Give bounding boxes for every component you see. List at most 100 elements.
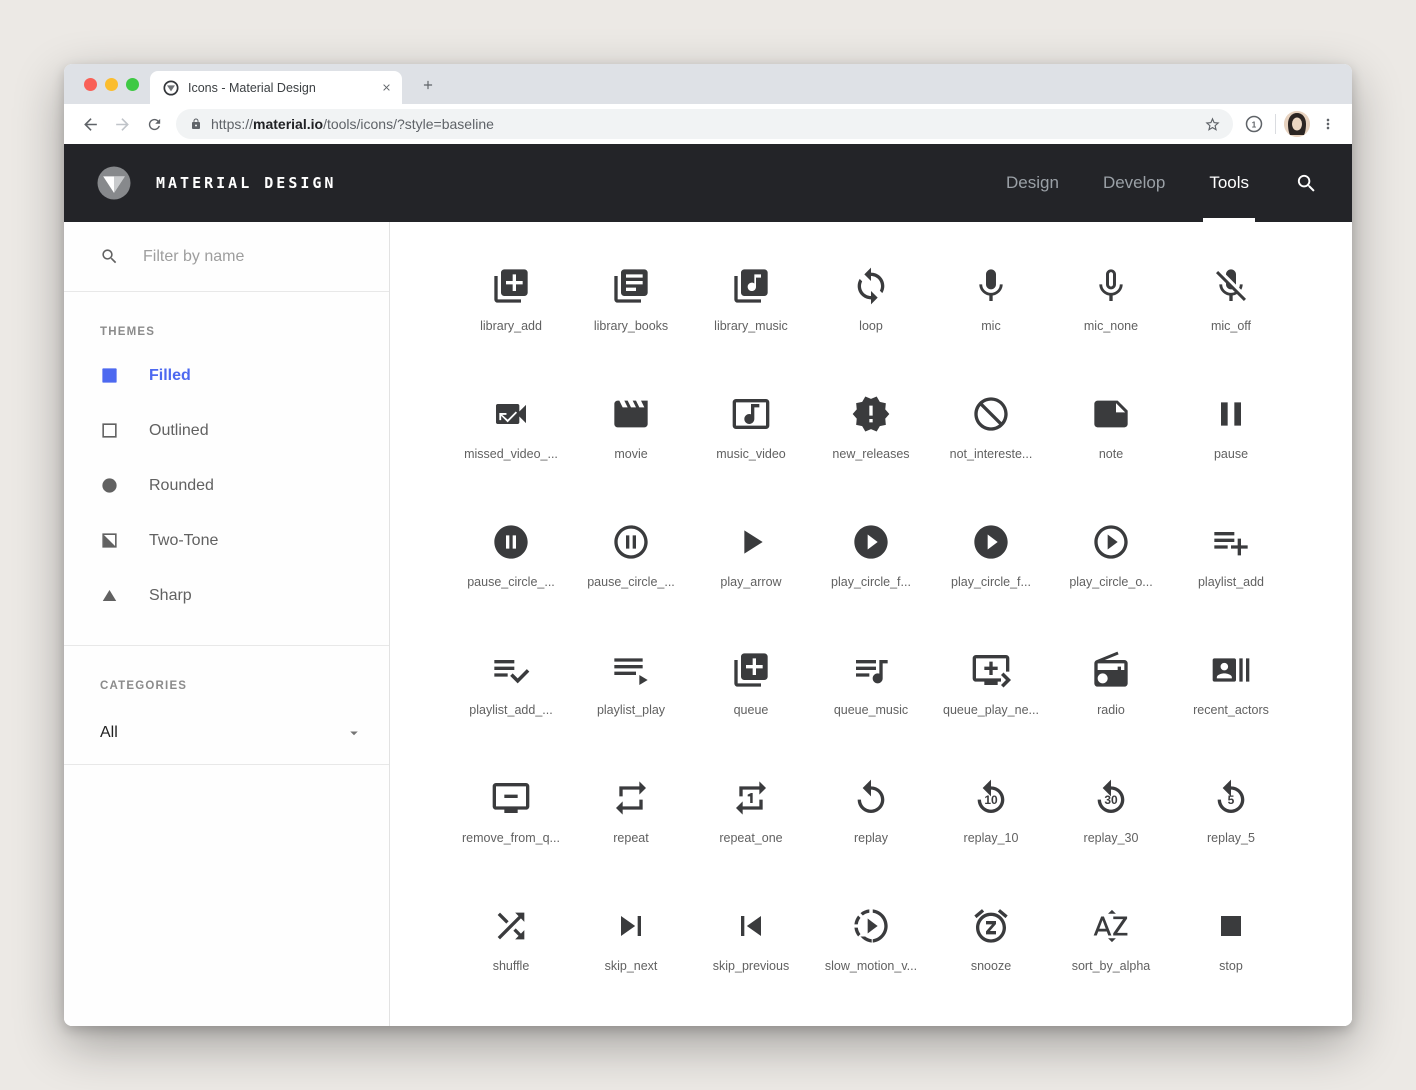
icon-card-library_music[interactable]: library_music [691,256,811,384]
music_video-icon [731,394,771,434]
icon-card-queue_play_next[interactable]: queue_play_ne... [931,640,1051,768]
icon-card-stop[interactable]: stop [1171,896,1291,1024]
icon-card-movie[interactable]: movie [571,384,691,512]
icon-card-missed_video_call[interactable]: missed_video_... [451,384,571,512]
stop-icon [1211,906,1251,946]
remove_from_queue-icon [491,778,531,818]
new-tab-button[interactable] [416,73,440,97]
skip_next-icon [611,906,651,946]
icon-card-playlist_add_check[interactable]: playlist_add_... [451,640,571,768]
extension-icon[interactable]: 1 [1241,111,1267,137]
library_music-icon [731,266,771,306]
icon-card-play_circle_outline[interactable]: play_circle_o... [1051,512,1171,640]
url-bar[interactable]: https://material.io/tools/icons/?style=b… [176,109,1233,139]
icon-card-queue_music[interactable]: queue_music [811,640,931,768]
reload-button[interactable] [138,108,170,140]
twotone-theme-icon [100,531,119,550]
bookmark-star-icon[interactable] [1202,114,1223,135]
playlist_add_check-icon [491,650,531,690]
play_circle_filled-icon [851,522,891,562]
not_interested-icon [971,394,1011,434]
minimize-window-button[interactable] [105,78,118,91]
nav-develop[interactable]: Develop [1103,144,1165,222]
icon-card-note[interactable]: note [1051,384,1171,512]
icon-card-replay_5[interactable]: 5replay_5 [1171,768,1291,896]
icon-label: skip_previous [713,959,789,973]
icon-card-repeat_one[interactable]: repeat_one [691,768,811,896]
maximize-window-button[interactable] [126,78,139,91]
profile-avatar[interactable] [1284,111,1310,137]
tab-close-icon[interactable] [381,82,392,93]
icon-label: snooze [971,959,1011,973]
themes-section-label: THEMES [100,326,389,338]
icon-card-playlist_play[interactable]: playlist_play [571,640,691,768]
icon-card-recent_actors[interactable]: recent_actors [1171,640,1291,768]
icon-label: music_video [716,447,785,461]
icon-label: movie [614,447,647,461]
icon-card-pause_circle_outline[interactable]: pause_circle_... [571,512,691,640]
icon-label: play_arrow [720,575,781,589]
icon-card-snooze[interactable]: snooze [931,896,1051,1024]
icon-card-repeat[interactable]: repeat [571,768,691,896]
icon-card-pause[interactable]: pause [1171,384,1291,512]
filter-input[interactable] [143,248,369,266]
icon-card-mic_off[interactable]: mic_off [1171,256,1291,384]
icon-card-slow_motion_video[interactable]: slow_motion_v... [811,896,931,1024]
icon-card-play_circle_filled[interactable]: play_circle_f... [811,512,931,640]
icon-card-mic[interactable]: mic [931,256,1051,384]
icon-label: replay [854,831,888,845]
svg-text:30: 30 [1104,793,1118,807]
icon-card-play_circle_filled_white[interactable]: play_circle_f... [931,512,1051,640]
forward-arrow-icon [113,115,132,134]
back-button[interactable] [74,108,106,140]
icon-card-loop[interactable]: loop [811,256,931,384]
page: { "colors": { "accent_blue": "#4d69f0", … [0,0,1416,1090]
icon-label: pause_circle_... [467,575,555,589]
icon-card-replay_30[interactable]: 30replay_30 [1051,768,1171,896]
nav-tools[interactable]: Tools [1209,144,1249,222]
category-dropdown[interactable]: All [64,702,389,764]
mic_none-icon [1091,266,1131,306]
tab-favicon-material-logo-icon [163,80,179,96]
icon-label: slow_motion_v... [825,959,917,973]
browser-menu-button[interactable] [1314,110,1342,138]
forward-button[interactable] [106,108,138,140]
icon-card-not_interested[interactable]: not_intereste... [931,384,1051,512]
nav-design[interactable]: Design [1006,144,1059,222]
icon-card-pause_circle_filled[interactable]: pause_circle_... [451,512,571,640]
icon-card-skip_next[interactable]: skip_next [571,896,691,1024]
icon-card-replay_10[interactable]: 10replay_10 [931,768,1051,896]
top-nav: Design Develop Tools [962,144,1249,222]
slow_motion_video-icon [851,906,891,946]
movie-icon [611,394,651,434]
icon-card-remove_from_queue[interactable]: remove_from_q... [451,768,571,896]
header-search-icon[interactable] [1295,172,1318,195]
icon-card-play_arrow[interactable]: play_arrow [691,512,811,640]
icon-card-new_releases[interactable]: new_releases [811,384,931,512]
icon-card-skip_previous[interactable]: skip_previous [691,896,811,1024]
sidebar-divider [64,764,389,765]
filter-row [64,222,389,292]
icon-card-replay[interactable]: replay [811,768,931,896]
icon-card-library_books[interactable]: library_books [571,256,691,384]
icon-card-mic_none[interactable]: mic_none [1051,256,1171,384]
categories-section-label: CATEGORIES [100,680,389,692]
icon-card-radio[interactable]: radio [1051,640,1171,768]
browser-tab[interactable]: Icons - Material Design [150,71,402,104]
icon-card-music_video[interactable]: music_video [691,384,811,512]
icon-card-library_add[interactable]: library_add [451,256,571,384]
browser-toolbar: https://material.io/tools/icons/?style=b… [64,104,1352,144]
theme-item-two-tone[interactable]: Two-Tone [64,513,389,568]
icon-card-queue[interactable]: queue [691,640,811,768]
url-domain: material.io [253,116,323,132]
icon-card-sort_by_alpha[interactable]: sort_by_alpha [1051,896,1171,1024]
theme-item-rounded[interactable]: Rounded [64,458,389,513]
icon-label: radio [1097,703,1125,717]
theme-item-outlined[interactable]: Outlined [64,403,389,458]
close-window-button[interactable] [84,78,97,91]
site-header: MATERIAL DESIGN Design Develop Tools [64,144,1352,222]
theme-item-sharp[interactable]: Sharp [64,568,389,623]
icon-card-playlist_add[interactable]: playlist_add [1171,512,1291,640]
icon-card-shuffle[interactable]: shuffle [451,896,571,1024]
theme-item-filled[interactable]: Filled [64,348,389,403]
